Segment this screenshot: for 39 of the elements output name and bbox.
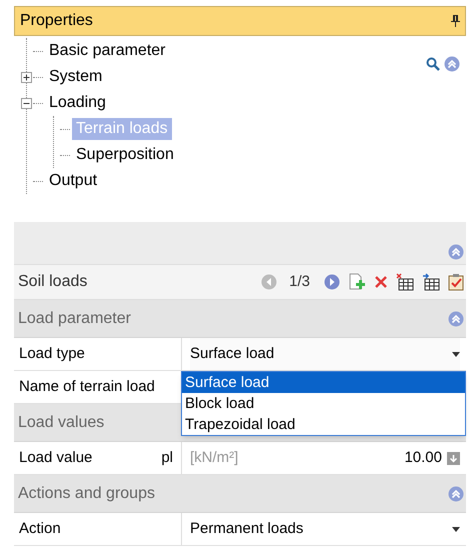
collapse-icon[interactable] [448, 244, 464, 260]
tree-item[interactable]: Loading [45, 92, 110, 114]
tree-item[interactable]: Output [45, 170, 102, 192]
group-title: Load values [18, 412, 104, 432]
collapse-icon[interactable] [448, 486, 464, 502]
unit-label: [kN/m²] [190, 448, 238, 468]
property-label: Load type [19, 344, 85, 364]
arrow-down-icon[interactable] [447, 452, 460, 464]
dropdown-option[interactable]: Surface load [182, 372, 465, 393]
search-icon[interactable] [426, 57, 440, 71]
tree-item[interactable]: System [45, 66, 106, 88]
navigator-title: Soil loads [18, 272, 88, 292]
clipboard-check-icon[interactable] [448, 273, 464, 291]
caret-icon [452, 526, 460, 532]
group-title: Load parameter [18, 308, 131, 328]
tree-item[interactable]: Superposition [72, 144, 178, 166]
number-field[interactable]: 10.00 [404, 446, 442, 470]
table-import-icon[interactable] [422, 273, 440, 291]
minus-box-icon[interactable] [21, 98, 32, 108]
property-label: Load value [19, 448, 92, 468]
table-delete-icon[interactable] [396, 273, 414, 291]
delete-icon[interactable] [374, 275, 388, 289]
property-label: Action [19, 518, 61, 539]
tree-item[interactable]: Basic parameter [45, 40, 170, 62]
pin-icon[interactable] [451, 15, 460, 27]
dropdown-option[interactable]: Block load [182, 393, 465, 414]
record-counter: 1/3 [289, 272, 310, 292]
property-label: Name of terrain load [19, 376, 155, 397]
collapse-icon[interactable] [448, 310, 464, 326]
panel-title: Properties [20, 11, 93, 31]
add-document-icon[interactable] [348, 273, 366, 291]
plus-box-icon[interactable] [21, 72, 32, 82]
dropdown-option[interactable]: Trapezoidal load [182, 414, 465, 435]
group-title: Actions and groups [18, 484, 155, 504]
caret-icon [452, 352, 460, 356]
collapse-icon[interactable] [444, 56, 460, 72]
dropdown-field[interactable]: Surface load [190, 338, 460, 370]
symbol-label: pl [161, 448, 173, 468]
next-icon[interactable] [324, 274, 340, 290]
